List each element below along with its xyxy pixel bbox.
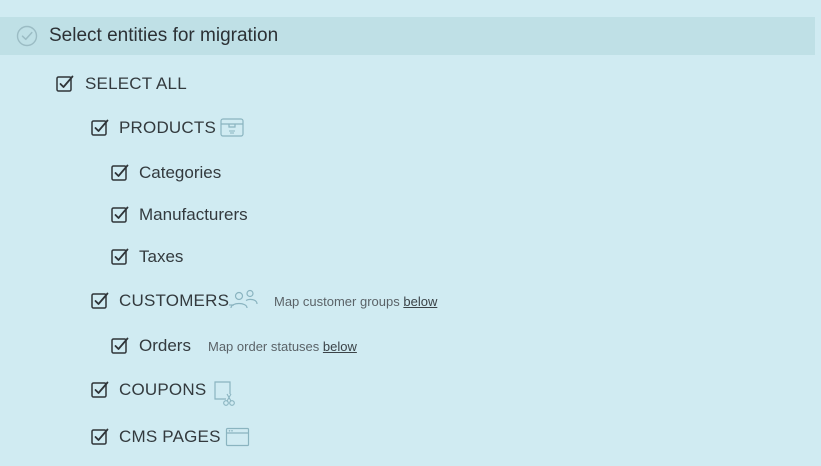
customer-groups-note: Map customer groups below — [274, 294, 437, 310]
cms-pages-label[interactable]: CMS PAGES — [119, 427, 221, 447]
orders-row[interactable]: Orders Map order statuses below — [111, 334, 411, 358]
coupons-row[interactable]: COUPONS — [91, 378, 291, 406]
products-row[interactable]: PRODUCTS — [91, 116, 291, 140]
customer-groups-below-link[interactable]: below — [403, 294, 437, 309]
taxes-row[interactable]: Taxes — [111, 245, 311, 269]
order-statuses-note-text: Map order statuses — [208, 339, 320, 354]
section-title: Select entities for migration — [49, 25, 279, 46]
products-label[interactable]: PRODUCTS — [119, 118, 216, 138]
customer-groups-note-text: Map customer groups — [274, 294, 400, 309]
manufacturers-row[interactable]: Manufacturers — [111, 203, 311, 227]
manufacturers-checkbox[interactable] — [111, 206, 129, 224]
box-icon — [220, 118, 244, 137]
select-all-checkbox[interactable] — [56, 75, 74, 93]
cms-pages-row[interactable]: CMS PAGES — [91, 425, 291, 449]
coupon-scissors-icon — [214, 381, 235, 406]
categories-checkbox[interactable] — [111, 164, 129, 182]
orders-checkbox[interactable] — [111, 337, 129, 355]
users-icon — [229, 289, 258, 309]
order-statuses-below-link[interactable]: below — [323, 339, 357, 354]
select-all-row[interactable]: SELECT ALL — [56, 72, 256, 96]
customers-label[interactable]: CUSTOMERS — [119, 291, 229, 311]
customers-checkbox[interactable] — [91, 292, 109, 310]
check-circle-icon — [16, 25, 38, 47]
coupons-checkbox[interactable] — [91, 381, 109, 399]
customers-row[interactable]: CUSTOMERS Map customer groups below — [91, 289, 491, 313]
taxes-label[interactable]: Taxes — [139, 247, 183, 267]
select-all-label[interactable]: SELECT ALL — [85, 74, 187, 94]
categories-label[interactable]: Categories — [139, 163, 221, 183]
browser-window-icon — [225, 427, 250, 447]
section-header: Select entities for migration — [0, 17, 815, 55]
order-statuses-note: Map order statuses below — [208, 339, 357, 355]
products-checkbox[interactable] — [91, 119, 109, 137]
coupons-label[interactable]: COUPONS — [119, 380, 206, 400]
manufacturers-label[interactable]: Manufacturers — [139, 205, 248, 225]
taxes-checkbox[interactable] — [111, 248, 129, 266]
cms-pages-checkbox[interactable] — [91, 428, 109, 446]
orders-label[interactable]: Orders — [139, 336, 191, 356]
categories-row[interactable]: Categories — [111, 161, 311, 185]
